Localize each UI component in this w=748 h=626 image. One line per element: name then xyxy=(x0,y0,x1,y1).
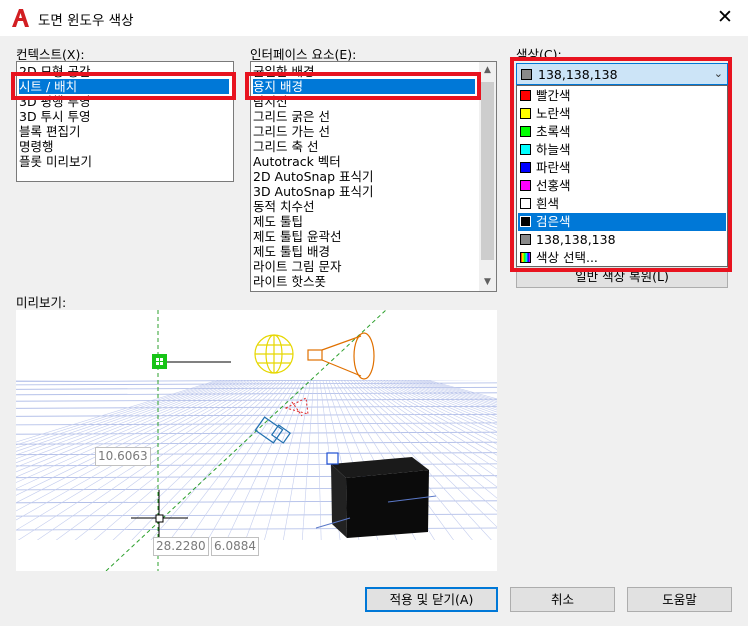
blue-grip-icon xyxy=(326,452,339,465)
color-combobox[interactable]: 138,138,138 ⌄ xyxy=(516,63,728,85)
color-option-label: 흰색 xyxy=(536,196,560,211)
preview-scene xyxy=(105,310,437,571)
interface-list-scrollbar[interactable]: ▲ ▼ xyxy=(479,62,496,291)
chevron-down-icon[interactable]: ⌄ xyxy=(714,67,723,80)
scrollbar-thumb[interactable] xyxy=(481,82,494,260)
color-option-label: 색상 선택... xyxy=(536,250,598,265)
color-option-label: 검은색 xyxy=(536,214,571,229)
context-list-item[interactable]: 3D 평행 투영 xyxy=(19,94,91,109)
context-list-item[interactable]: 3D 투시 투영 xyxy=(19,109,91,124)
interface-list-item[interactable]: 제도 툴팁 윤곽선 xyxy=(253,229,341,244)
interface-element-listbox[interactable]: ▲ ▼ 균일한 배경 용지 배경 탐지선 그리드 굵은 선 그리드 가는 선 그리드 축 … xyxy=(250,61,497,292)
coordinate-y-readout: 10.6063 xyxy=(95,447,151,466)
color-option-label: 하늘색 xyxy=(536,142,571,157)
color-option-label: 138,138,138 xyxy=(536,232,616,247)
context-list-item[interactable]: 시트 / 배치 xyxy=(19,79,229,94)
close-button[interactable]: ✕ xyxy=(712,6,738,30)
context-list-item[interactable]: 플롯 미리보기 xyxy=(19,154,92,169)
color-option-label: 빨간색 xyxy=(536,88,571,103)
color-option[interactable]: 검은색 xyxy=(518,213,726,231)
color-option-label: 초록색 xyxy=(536,124,571,139)
interface-list-item[interactable]: 2D AutoSnap 표식기 xyxy=(253,169,374,184)
interface-list-item[interactable]: 용지 배경 xyxy=(253,79,475,94)
color-option-label: 노란색 xyxy=(536,106,571,121)
interface-list-item[interactable]: 균일한 배경 xyxy=(253,64,314,79)
color-option[interactable]: 노란색 xyxy=(518,105,726,123)
black-cube-object xyxy=(315,457,437,538)
interface-list-item[interactable]: 탐지선 xyxy=(253,94,288,109)
crosshair-cursor-icon xyxy=(131,490,188,540)
camera-glyph-icon xyxy=(254,416,292,444)
color-swatch-icon xyxy=(520,216,531,227)
color-option-label: 파란색 xyxy=(536,160,571,175)
color-swatch-icon xyxy=(520,180,531,191)
color-swatch-icon xyxy=(520,144,531,155)
scroll-down-arrow-icon[interactable]: ▼ xyxy=(479,274,496,291)
cancel-button[interactable]: 취소 xyxy=(510,587,615,612)
interface-list-item[interactable]: 그리드 굵은 선 xyxy=(253,109,330,124)
restore-classic-colors-button[interactable]: 일반 색상 복원(L) xyxy=(516,265,728,288)
color-label: 색상(C): xyxy=(516,47,562,62)
ucs-grip-icon xyxy=(152,354,167,369)
color-dropdown-list[interactable]: 빨간색노란색초록색하늘색파란색선홍색흰색검은색 138,138,138 색상 선택.… xyxy=(516,85,728,267)
context-listbox[interactable]: 2D 모형 공간 시트 / 배치 3D 평행 투영 3D 투시 투영 블록 편집기 명령행… xyxy=(16,61,234,182)
interface-list-item[interactable]: 그리드 가는 선 xyxy=(253,124,330,139)
interface-list-item[interactable]: Autotrack 벡터 xyxy=(253,154,341,169)
color-swatch-icon xyxy=(520,108,531,119)
color-option[interactable]: 138,138,138 xyxy=(518,231,726,249)
interface-list-item[interactable]: 제도 툴팁 배경 xyxy=(253,244,330,259)
apply-and-close-button[interactable]: 적용 및 닫기(A) xyxy=(365,587,498,612)
color-swatch-icon xyxy=(520,252,531,263)
color-swatch-icon xyxy=(520,198,531,209)
color-swatch-icon xyxy=(520,126,531,137)
coordinate-x-readout: 28.2280 xyxy=(153,537,209,556)
color-option[interactable]: 선홍색 xyxy=(518,177,726,195)
interface-list-item[interactable]: 3D AutoSnap 표식기 xyxy=(253,184,374,199)
color-swatch-icon xyxy=(520,90,531,101)
color-option[interactable]: 빨간색 xyxy=(518,87,726,105)
autocad-app-icon xyxy=(10,8,30,28)
color-option[interactable]: 색상 선택... xyxy=(518,249,726,267)
color-swatch-icon xyxy=(520,234,531,245)
help-button[interactable]: 도움말 xyxy=(627,587,732,612)
coordinate-z-readout: 6.0884 xyxy=(211,537,259,556)
red-light-glyph-icon xyxy=(284,397,309,417)
current-color-value: 138,138,138 xyxy=(538,67,618,82)
color-option-label: 선홍색 xyxy=(536,178,571,193)
context-list-item[interactable]: 명령행 xyxy=(19,139,54,154)
context-list-item[interactable]: 2D 모형 공간 xyxy=(19,64,91,79)
title-bar: 도면 윈도우 색상 ✕ xyxy=(0,0,748,36)
interface-list-item[interactable]: 제도 툴팁 xyxy=(253,214,303,229)
color-swatch-icon xyxy=(520,162,531,173)
current-color-swatch xyxy=(521,69,532,80)
window-title: 도면 윈도우 색상 xyxy=(38,13,134,29)
preview-panel: 10.6063 28.2280 6.0884 xyxy=(16,310,497,571)
spot-light-glyph-icon xyxy=(307,332,375,380)
interface-list-item[interactable]: 동적 치수선 xyxy=(253,199,314,214)
interface-list-item[interactable]: 라이트 핫스폿 xyxy=(253,274,326,289)
preview-label: 미리보기: xyxy=(16,295,67,310)
color-option[interactable]: 초록색 xyxy=(518,123,726,141)
interface-list-item[interactable]: 라이트 그림 문자 xyxy=(253,259,341,274)
interface-list-item[interactable]: 그리드 축 선 xyxy=(253,139,318,154)
color-option[interactable]: 파란색 xyxy=(518,159,726,177)
color-option[interactable]: 하늘색 xyxy=(518,141,726,159)
point-light-glyph-icon xyxy=(254,334,294,374)
context-list-item[interactable]: 블록 편집기 xyxy=(19,124,80,139)
scroll-up-arrow-icon[interactable]: ▲ xyxy=(479,62,496,79)
color-option[interactable]: 흰색 xyxy=(518,195,726,213)
